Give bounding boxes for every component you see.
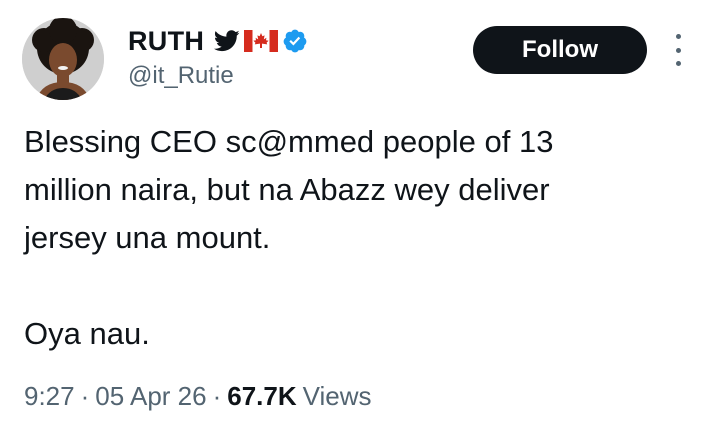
avatar[interactable]	[22, 18, 104, 100]
tweet-line: jersey una mount.	[24, 220, 271, 255]
tweet-text: Blessing CEO sc@mmed people of 13 millio…	[24, 118, 694, 358]
tweet-line: million naira, but na Abazz wey deliver	[24, 172, 550, 207]
more-options-icon[interactable]	[668, 34, 688, 66]
name-icons	[214, 28, 308, 54]
meta-separator: ·	[80, 380, 90, 411]
more-dot	[675, 61, 681, 66]
author-display-name[interactable]: RUTH	[128, 26, 204, 57]
author-handle[interactable]: @it_Rutie	[128, 62, 234, 90]
tweet-line: Oya nau.	[24, 316, 150, 351]
tweet-header: RUTH @it_Rutie Follow	[0, 0, 719, 110]
more-dot	[675, 34, 681, 39]
tweet-date[interactable]: 05 Apr 26	[95, 381, 206, 412]
follow-button[interactable]: Follow	[473, 26, 647, 74]
tweet-meta: 9:27 · 05 Apr 26 · 67.7K Views	[24, 378, 372, 414]
verified-badge-icon[interactable]	[282, 28, 308, 54]
more-dot	[675, 47, 681, 53]
views-count[interactable]: 67.7K	[227, 381, 296, 412]
author-name-row: RUTH	[128, 24, 308, 58]
views-label: Views	[302, 380, 372, 411]
tweet-time[interactable]: 9:27	[24, 381, 75, 412]
profile-photo	[22, 18, 104, 100]
tweet-line: Blessing CEO sc@mmed people of 13	[24, 124, 554, 159]
twitter-bird-icon	[214, 30, 240, 52]
canada-flag-icon	[244, 30, 279, 52]
meta-separator: ·	[212, 380, 222, 411]
